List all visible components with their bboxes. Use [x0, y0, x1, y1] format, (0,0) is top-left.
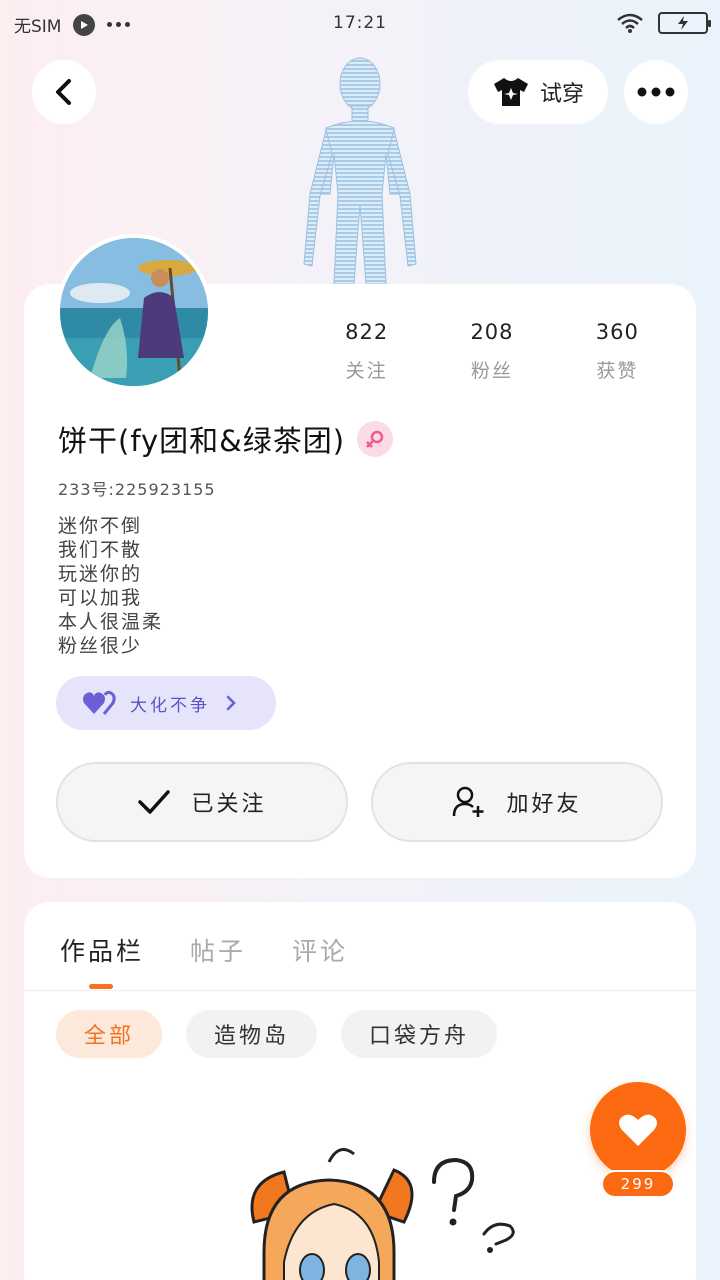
tab-posts[interactable]: 帖子	[190, 932, 246, 968]
badge-label: 大化不争	[130, 695, 210, 716]
stat-label: 获赞	[596, 360, 639, 382]
nickname: 饼干(fy团和&绿茶团)	[58, 424, 346, 458]
back-button[interactable]	[32, 60, 96, 124]
chevron-left-icon	[56, 79, 71, 105]
double-heart-icon	[83, 690, 116, 715]
add-friend-label: 加好友	[506, 792, 582, 817]
more-dots-icon	[637, 87, 675, 97]
nickname-row: 饼干(fy团和&绿茶团)	[58, 418, 394, 460]
divider	[24, 990, 696, 991]
stats-row: 822 关注 208 粉丝 360 获赞	[304, 320, 680, 383]
works-card: 作品栏 帖子 评论 全部 造物岛 口袋方舟	[24, 902, 696, 1280]
heart-icon	[619, 1114, 657, 1146]
tab-works[interactable]: 作品栏	[60, 932, 144, 968]
tab-comments[interactable]: 评论	[292, 932, 348, 968]
user-avatar[interactable]	[56, 234, 212, 390]
title-badge[interactable]: 大化不争	[56, 676, 276, 730]
stat-following[interactable]: 822 关注	[304, 320, 429, 383]
chip-pocket-ark[interactable]: 口袋方舟	[341, 1010, 498, 1058]
add-user-icon	[453, 786, 484, 817]
followed-button[interactable]: 已关注	[56, 762, 348, 842]
chevron-right-icon	[226, 695, 236, 711]
checkmark-icon	[138, 790, 171, 814]
try-on-label: 试穿	[539, 82, 584, 107]
followed-label: 已关注	[191, 792, 267, 817]
stat-fans[interactable]: 208 粉丝	[429, 320, 554, 383]
status-bar: 无SIM 17:21	[0, 0, 720, 48]
battery-icon	[658, 12, 711, 34]
stat-label: 粉丝	[470, 360, 513, 382]
bio-line: 可以加我	[58, 587, 143, 609]
filter-chips: 全部 造物岛 口袋方舟	[56, 1010, 498, 1058]
stat-label: 关注	[345, 360, 388, 382]
user-id: 233号:225923155	[58, 480, 216, 499]
clock: 17:21	[333, 13, 387, 33]
stat-value: 360	[595, 320, 639, 344]
bio-line: 本人很温柔	[58, 611, 164, 633]
like-fab-button[interactable]	[590, 1082, 686, 1178]
more-button[interactable]	[624, 60, 688, 124]
active-tab-indicator	[89, 984, 113, 989]
chip-all[interactable]: 全部	[56, 1010, 163, 1058]
try-on-button[interactable]: 试穿	[468, 60, 608, 124]
mascot-empty-illustration	[250, 1148, 515, 1280]
bio-line: 粉丝很少	[58, 635, 143, 657]
avatar-3d-hologram[interactable]	[290, 44, 430, 284]
wifi-icon	[617, 13, 643, 33]
add-friend-button[interactable]: 加好友	[371, 762, 663, 842]
chip-creation-island[interactable]: 造物岛	[186, 1010, 318, 1058]
bio-line: 玩迷你的	[58, 563, 143, 585]
stat-likes[interactable]: 360 获赞	[555, 320, 680, 383]
female-icon	[357, 421, 394, 457]
stat-value: 208	[470, 320, 514, 344]
bio: 迷你不倒 我们不散 玩迷你的 可以加我 本人很温柔 粉丝很少	[58, 514, 163, 658]
bio-line: 我们不散	[58, 539, 143, 561]
stat-value: 822	[345, 320, 389, 344]
like-count: 299	[601, 1170, 675, 1198]
tab-bar: 作品栏 帖子 评论	[60, 932, 348, 968]
tshirt-icon	[493, 78, 528, 106]
bio-line: 迷你不倒	[58, 515, 143, 537]
